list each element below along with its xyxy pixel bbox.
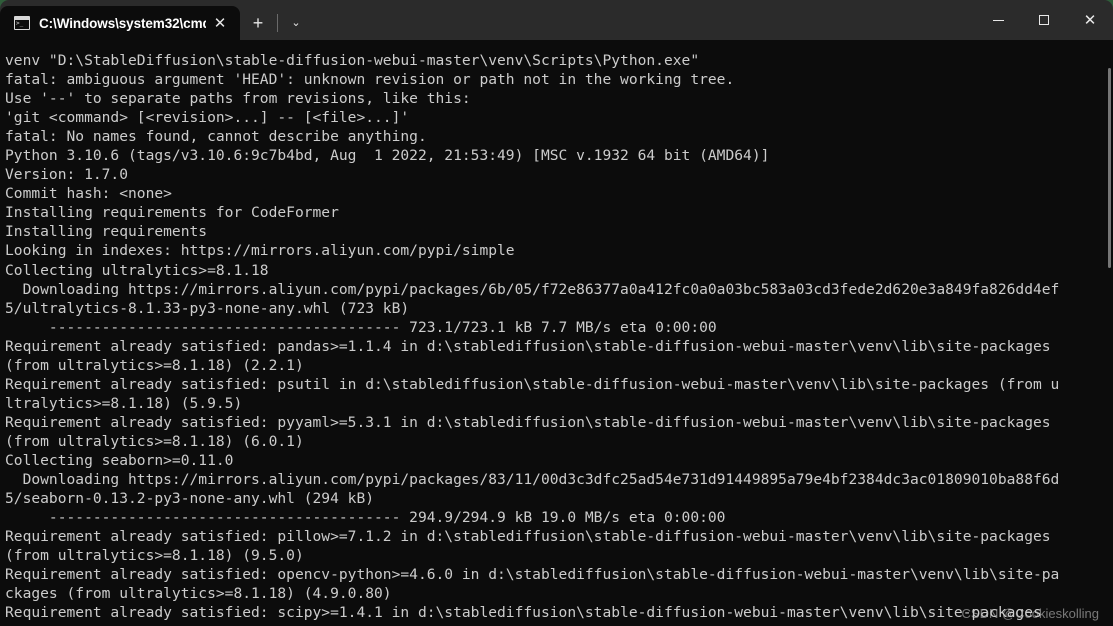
- terminal-window: C:\Windows\system32\cmd.e: ✕ + ⌄ ✕ venv …: [0, 0, 1113, 626]
- terminal-line: (from ultralytics>=8.1.18) (2.2.1): [5, 356, 304, 374]
- chevron-down-icon[interactable]: ⌄: [279, 6, 313, 40]
- terminal-output-pane[interactable]: venv "D:\StableDiffusion\stable-diffusio…: [0, 40, 1113, 626]
- terminal-line: Requirement already satisfied: pillow>=7…: [5, 528, 1051, 546]
- terminal-line: Commit hash: <none>: [5, 185, 172, 203]
- tab-cmd[interactable]: C:\Windows\system32\cmd.e: ✕: [0, 6, 240, 40]
- tab-strip: C:\Windows\system32\cmd.e: ✕ + ⌄: [0, 0, 313, 40]
- terminal-line: Requirement already satisfied: scipy>=1.…: [5, 604, 1042, 622]
- maximize-button[interactable]: [1021, 0, 1067, 40]
- window-controls: ✕: [975, 0, 1113, 40]
- terminal-line: 'git <command> [<revision>...] -- [<file…: [5, 109, 410, 127]
- terminal-line: Python 3.10.6 (tags/v3.10.6:9c7b4bd, Aug…: [5, 147, 770, 165]
- scrollbar-thumb[interactable]: [1108, 68, 1111, 268]
- close-tab-icon[interactable]: ✕: [206, 9, 234, 37]
- terminal-line: Downloading https://mirrors.aliyun.com/p…: [5, 471, 1060, 489]
- terminal-line: Requirement already satisfied: opencv-py…: [5, 566, 1060, 584]
- terminal-line: Use '--' to separate paths from revision…: [5, 90, 471, 108]
- terminal-line: (from ultralytics>=8.1.18) (9.5.0): [5, 547, 304, 565]
- new-tab-button[interactable]: +: [240, 6, 276, 40]
- terminal-line: fatal: ambiguous argument 'HEAD': unknow…: [5, 71, 735, 89]
- terminal-line: Collecting seaborn>=0.11.0: [5, 451, 234, 469]
- terminal-line: ckages (from ultralytics>=8.1.18) (4.9.0…: [5, 585, 392, 603]
- close-window-button[interactable]: ✕: [1067, 0, 1113, 40]
- close-icon: ✕: [1083, 11, 1097, 29]
- terminal-text: venv "D:\StableDiffusion\stable-diffusio…: [5, 51, 1105, 622]
- terminal-line: ltralytics>=8.1.18) (5.9.5): [5, 394, 243, 412]
- maximize-icon: [1039, 15, 1049, 25]
- tab-title: C:\Windows\system32\cmd.e:: [39, 15, 206, 31]
- terminal-line: Requirement already satisfied: pandas>=1…: [5, 337, 1051, 355]
- terminal-scrollbar[interactable]: [1106, 40, 1113, 626]
- terminal-line: (from ultralytics>=8.1.18) (6.0.1): [5, 432, 304, 450]
- terminal-line: 5/ultralytics-8.1.33-py3-none-any.whl (7…: [5, 299, 410, 317]
- terminal-line: Version: 1.7.0: [5, 166, 129, 184]
- terminal-line: ----------------------------------------…: [5, 509, 726, 527]
- terminal-line: Requirement already satisfied: psutil in…: [5, 375, 1060, 393]
- terminal-line: Requirement already satisfied: pyyaml>=5…: [5, 413, 1051, 431]
- terminal-line: Looking in indexes: https://mirrors.aliy…: [5, 242, 515, 260]
- terminal-line: ----------------------------------------…: [5, 318, 717, 336]
- terminal-line: Installing requirements: [5, 223, 208, 241]
- terminal-line: venv "D:\StableDiffusion\stable-diffusio…: [5, 52, 700, 69]
- minimize-button[interactable]: [975, 0, 1021, 40]
- cmd-console-icon: [14, 16, 30, 30]
- title-bar[interactable]: C:\Windows\system32\cmd.e: ✕ + ⌄ ✕: [0, 0, 1113, 40]
- terminal-line: Downloading https://mirrors.aliyun.com/p…: [5, 280, 1060, 298]
- terminal-line: 5/seaborn-0.13.2-py3-none-any.whl (294 k…: [5, 490, 375, 508]
- terminal-line: fatal: No names found, cannot describe a…: [5, 128, 427, 146]
- terminal-line: Installing requirements for CodeFormer: [5, 204, 339, 222]
- tab-separator: [277, 14, 278, 32]
- terminal-line: Collecting ultralytics>=8.1.18: [5, 261, 269, 279]
- minimize-icon: [992, 19, 1004, 21]
